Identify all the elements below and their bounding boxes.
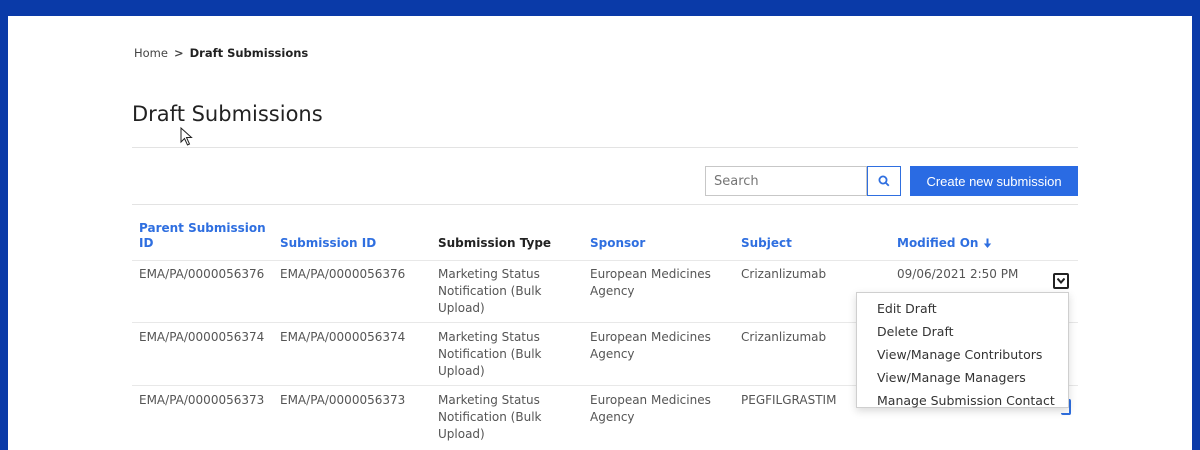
mouse-cursor-icon <box>180 127 193 146</box>
menu-item-delete-draft[interactable]: Delete Draft <box>857 320 1068 343</box>
header-row-divider <box>132 260 1078 261</box>
title-divider <box>132 147 1078 148</box>
cell-subject: PEGFILGRASTIM <box>741 393 837 407</box>
cell-parent-id: EMA/PA/0000056374 <box>139 330 265 344</box>
search-button[interactable] <box>867 166 901 196</box>
cell-submission-type: Marketing Status Notification (Bulk Uplo… <box>438 393 542 441</box>
cell-modified-on: 09/06/2021 2:50 PM <box>897 267 1019 281</box>
search-input[interactable] <box>705 166 867 196</box>
header-submission-type: Submission Type <box>438 236 552 250</box>
cell-sponsor: European Medicines Agency <box>590 330 711 361</box>
breadcrumb-home[interactable]: Home <box>134 46 168 60</box>
page-title: Draft Submissions <box>132 102 323 126</box>
menu-item-manage-contributors[interactable]: View/Manage Contributors <box>857 343 1068 366</box>
row-actions-toggle[interactable] <box>1053 273 1069 289</box>
header-subject[interactable]: Subject <box>741 236 792 251</box>
header-modified-on-label: Modified On <box>897 236 979 250</box>
header-modified-on[interactable]: Modified On <box>897 236 992 251</box>
menu-item-manage-managers[interactable]: View/Manage Managers <box>857 366 1068 389</box>
header-parent-submission-id[interactable]: Parent Submission ID <box>139 221 269 251</box>
window-top-border <box>0 0 1200 16</box>
cell-sponsor: European Medicines Agency <box>590 267 711 298</box>
app-frame: Home > Draft Submissions Draft Submissio… <box>8 16 1192 450</box>
row-actions-menu: Edit Draft Delete Draft View/Manage Cont… <box>856 292 1069 408</box>
cell-sponsor: European Medicines Agency <box>590 393 711 424</box>
create-new-submission-button[interactable]: Create new submission <box>910 166 1078 196</box>
cell-subject: Crizanlizumab <box>741 330 827 344</box>
menu-item-edit-draft[interactable]: Edit Draft <box>857 297 1068 320</box>
breadcrumb-current: Draft Submissions <box>189 46 309 60</box>
menu-item-manage-submission-contact[interactable]: Manage Submission Contact <box>857 389 1068 412</box>
cell-submission-id: EMA/PA/0000056376 <box>280 267 406 281</box>
cell-parent-id: EMA/PA/0000056373 <box>139 393 265 407</box>
cell-parent-id: EMA/PA/0000056376 <box>139 267 265 281</box>
cell-submission-type: Marketing Status Notification (Bulk Uplo… <box>438 330 542 378</box>
cell-submission-id: EMA/PA/0000056374 <box>280 330 406 344</box>
cell-submission-id: EMA/PA/0000056373 <box>280 393 406 407</box>
header-sponsor[interactable]: Sponsor <box>590 236 645 251</box>
cell-subject: Crizanlizumab <box>741 267 827 281</box>
chevron-down-icon <box>1057 278 1065 284</box>
breadcrumb: Home > Draft Submissions <box>134 46 308 60</box>
search-icon <box>878 175 890 187</box>
header-submission-id[interactable]: Submission ID <box>280 236 376 251</box>
breadcrumb-separator: > <box>173 46 184 60</box>
arrow-down-icon <box>984 238 992 248</box>
cell-submission-type: Marketing Status Notification (Bulk Uplo… <box>438 267 542 315</box>
toolbar-divider <box>132 204 1078 205</box>
